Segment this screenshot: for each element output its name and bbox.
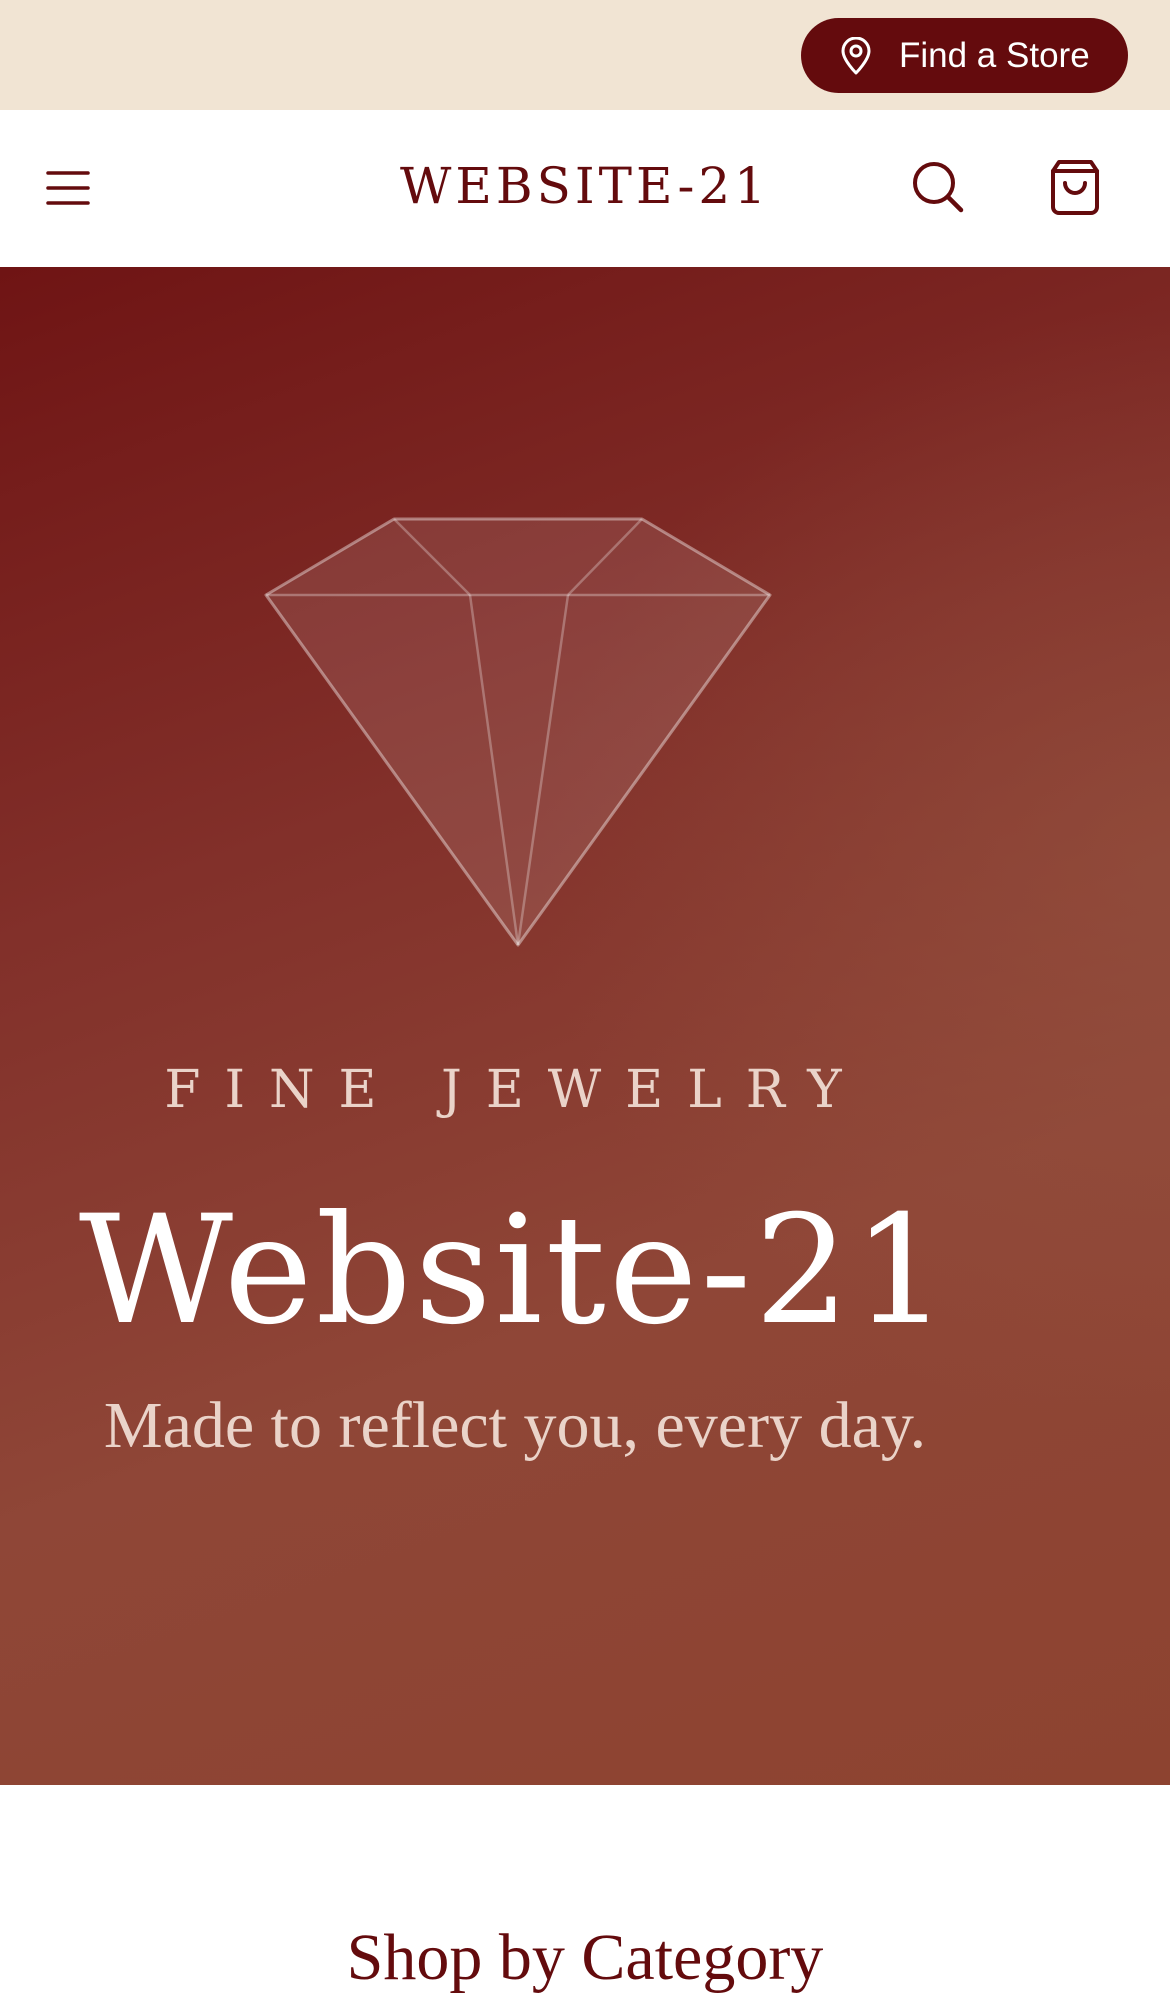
map-pin-icon (841, 37, 871, 75)
site-header: WEBSITE-21 (0, 110, 1170, 267)
find-a-store-button[interactable]: Find a Store (801, 18, 1128, 93)
shop-by-category-heading: Shop by Category (346, 1921, 824, 1994)
hamburger-menu-icon[interactable] (46, 170, 90, 206)
hero-eyebrow: FINE JEWELRY (164, 1060, 866, 1120)
hero-banner: FINE JEWELRY Website-21 Made to reflect … (0, 267, 1170, 1785)
diamond-icon (264, 517, 772, 947)
hero-subtitle: Made to reflect you, every day. (103, 1389, 927, 1462)
top-announcement-bar: Find a Store (0, 0, 1170, 110)
site-logo[interactable]: WEBSITE-21 (330, 152, 840, 220)
hero-title: Website-21 (78, 1184, 952, 1358)
search-icon[interactable] (912, 161, 964, 213)
find-a-store-label: Find a Store (899, 36, 1090, 75)
shopping-bag-icon[interactable] (1050, 159, 1100, 215)
